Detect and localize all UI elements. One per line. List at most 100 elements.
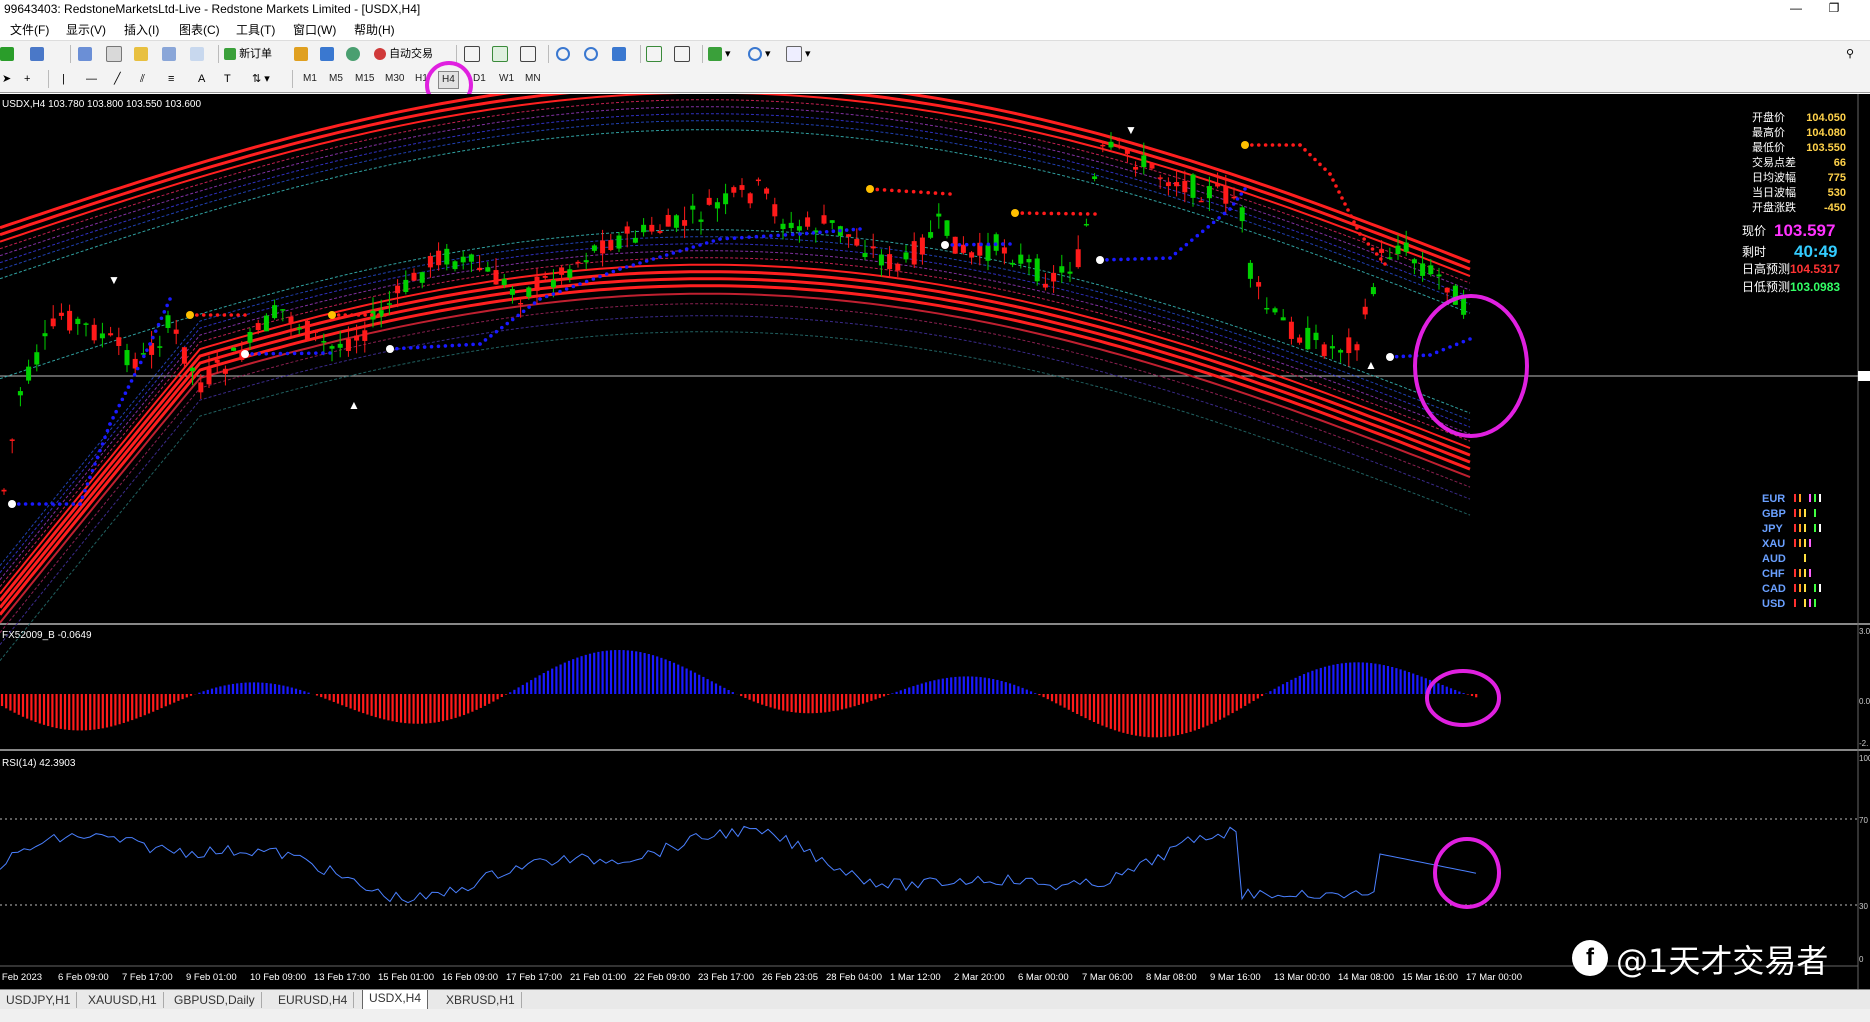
templates-icon[interactable]: ▾ bbox=[786, 45, 811, 63]
signals-icon[interactable] bbox=[320, 45, 334, 63]
chart-canvas[interactable]: USDX,H4 103.780 103.800 103.550 103.600 … bbox=[0, 77, 1870, 989]
trail-dot bbox=[483, 338, 488, 342]
trail-dot bbox=[151, 335, 155, 340]
menu-chart[interactable]: 图表(C) bbox=[179, 21, 220, 38]
trail-dot bbox=[129, 379, 134, 383]
candle-body bbox=[9, 439, 15, 441]
trail-dot bbox=[363, 313, 367, 317]
trail-dot bbox=[51, 502, 55, 506]
candle-body bbox=[1338, 350, 1344, 353]
fibonacci-icon[interactable]: ≡ bbox=[168, 70, 174, 88]
terminal-icon[interactable] bbox=[162, 45, 176, 63]
zoom-in-icon[interactable] bbox=[556, 45, 570, 63]
trail-dot bbox=[93, 462, 97, 466]
trail-dot bbox=[450, 343, 455, 348]
tab-xbrusd-h1[interactable]: XBRUSD,H1 bbox=[440, 992, 522, 1008]
candle-body bbox=[919, 237, 925, 255]
text-icon[interactable]: A bbox=[198, 70, 205, 88]
currency-label: XAU bbox=[1762, 538, 1785, 550]
trail-dot bbox=[818, 230, 822, 235]
candle-body bbox=[1329, 346, 1335, 349]
candle-body bbox=[222, 368, 228, 374]
trail-dot bbox=[875, 187, 880, 192]
crosshair-icon[interactable]: + bbox=[24, 70, 30, 88]
timeframe-m15[interactable]: M15 bbox=[352, 71, 377, 87]
chart-shift-icon[interactable] bbox=[674, 45, 690, 63]
data-window-icon[interactable] bbox=[106, 45, 122, 63]
timeframe-h1[interactable]: H1 bbox=[412, 71, 431, 87]
search-icon[interactable]: ⚲ bbox=[1846, 45, 1854, 63]
signal-arrow-icon: ▼ bbox=[1125, 123, 1137, 137]
tab-xauusd-h1[interactable]: XAUUSD,H1 bbox=[82, 992, 164, 1008]
periods-icon[interactable]: ▾ bbox=[748, 45, 771, 63]
restore-icon[interactable]: ❐ bbox=[1820, 0, 1848, 18]
timeframe-d1[interactable]: D1 bbox=[470, 71, 489, 87]
metaeditor-icon[interactable] bbox=[294, 45, 308, 63]
menu-help[interactable]: 帮助(H) bbox=[354, 21, 395, 38]
new-chart-icon[interactable] bbox=[0, 45, 14, 63]
trail-dot bbox=[1270, 143, 1275, 147]
indicators-icon[interactable]: ▾ bbox=[708, 45, 731, 63]
tile-windows-icon[interactable] bbox=[612, 45, 626, 63]
candle-body bbox=[608, 240, 614, 251]
tab-usdx-h4[interactable]: USDX,H4 bbox=[362, 990, 429, 1010]
minimize-icon[interactable]: — bbox=[1782, 0, 1810, 18]
tester-icon[interactable] bbox=[190, 45, 204, 63]
globe-icon[interactable] bbox=[346, 45, 360, 63]
auto-scroll-icon[interactable] bbox=[646, 45, 662, 63]
macd-scale-bot: -2. bbox=[1859, 739, 1868, 748]
trail-dot bbox=[505, 321, 510, 326]
candle-body bbox=[1436, 274, 1442, 277]
trail-dot bbox=[1020, 211, 1025, 215]
tab-eurusd-h4[interactable]: EURUSD,H4 bbox=[272, 992, 355, 1008]
x-axis-label: 16 Feb 09:00 bbox=[442, 972, 498, 983]
trail-dot bbox=[37, 502, 41, 506]
timeframe-m1[interactable]: M1 bbox=[300, 71, 320, 87]
line-chart-icon[interactable] bbox=[520, 45, 536, 63]
channel-icon[interactable]: ⫽ bbox=[140, 70, 145, 88]
text-label-icon[interactable]: T bbox=[224, 70, 231, 88]
candle-body bbox=[485, 267, 491, 272]
menu-view[interactable]: 显示(V) bbox=[66, 21, 106, 38]
timeframe-m5[interactable]: M5 bbox=[326, 71, 346, 87]
candle-body bbox=[1420, 263, 1426, 276]
candle-body bbox=[1174, 182, 1180, 187]
chart-window[interactable]: USDX,H4 103.780 103.800 103.550 103.600 … bbox=[0, 77, 1870, 989]
signal-arrow-icon: ▼ bbox=[108, 273, 120, 287]
timeframe-m30[interactable]: M30 bbox=[382, 71, 407, 87]
new-order-button[interactable]: 新订单 bbox=[224, 45, 272, 63]
candle-body bbox=[1444, 287, 1450, 293]
vertical-line-icon[interactable]: | bbox=[62, 70, 65, 88]
timeframe-mn[interactable]: MN bbox=[522, 71, 544, 87]
market-watch-icon[interactable] bbox=[78, 45, 92, 63]
menu-insert[interactable]: 插入(I) bbox=[124, 21, 159, 38]
trail-dot bbox=[972, 242, 976, 247]
timeframe-h4[interactable]: H4 bbox=[438, 71, 459, 89]
candle-body bbox=[1092, 176, 1098, 179]
trail-dot bbox=[1078, 212, 1083, 216]
timeframe-w1[interactable]: W1 bbox=[496, 71, 517, 87]
profiles-icon[interactable] bbox=[30, 45, 44, 63]
macd-scale-top: 3.0 bbox=[1859, 627, 1870, 636]
tab-usdjpy-h1[interactable]: USDJPY,H1 bbox=[0, 992, 78, 1008]
cursor-icon[interactable]: ➤ bbox=[2, 70, 11, 88]
trendline-icon[interactable]: ╱ bbox=[114, 70, 121, 88]
arrows-icon[interactable]: ⇅ ▾ bbox=[252, 70, 270, 88]
menu-file[interactable]: 文件(F) bbox=[10, 21, 49, 38]
menu-window[interactable]: 窗口(W) bbox=[293, 21, 336, 38]
candle-body bbox=[1280, 317, 1286, 321]
zoom-out-icon[interactable] bbox=[584, 45, 598, 63]
horizontal-line-icon[interactable]: — bbox=[86, 70, 97, 88]
trail-dot bbox=[156, 322, 161, 327]
tab-gbpusd-daily[interactable]: GBPUSD,Daily bbox=[168, 992, 262, 1008]
navigator-icon[interactable] bbox=[134, 45, 148, 63]
trail-dot bbox=[1331, 178, 1335, 182]
auto-trade-button[interactable]: 自动交易 bbox=[374, 45, 433, 63]
bar-chart-icon[interactable] bbox=[464, 45, 480, 63]
trail-dot bbox=[804, 231, 809, 236]
trail-dot bbox=[222, 313, 227, 317]
menu-tools[interactable]: 工具(T) bbox=[236, 21, 275, 38]
day-low-label: 日低预测 bbox=[1742, 280, 1790, 294]
candle-chart-icon[interactable] bbox=[492, 45, 508, 63]
candle-body bbox=[386, 303, 392, 305]
